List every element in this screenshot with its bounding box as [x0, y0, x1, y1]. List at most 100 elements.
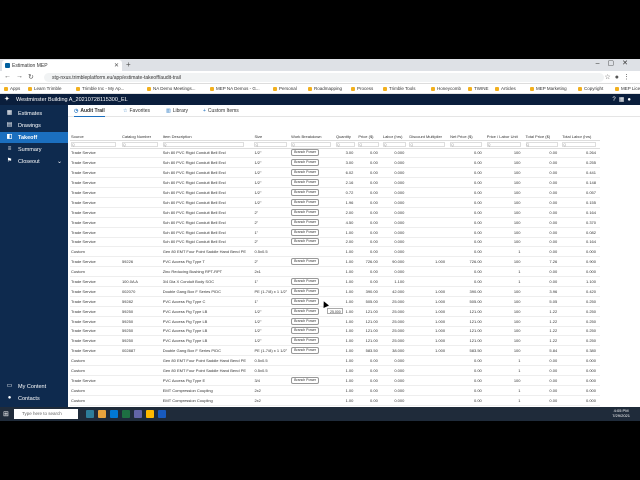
- work-breakdown-tag[interactable]: Branch Power: [291, 198, 320, 206]
- table-cell[interactable]: 0.00: [449, 187, 486, 198]
- table-cell[interactable]: 0.000: [561, 365, 600, 376]
- table-cell[interactable]: 1.00: [334, 246, 358, 258]
- table-cell[interactable]: 0.082: [561, 227, 600, 238]
- work-breakdown-tag[interactable]: Branch Power: [291, 258, 320, 266]
- work-breakdown-tag[interactable]: Branch Power: [291, 228, 320, 236]
- table-cell[interactable]: 25.000: [381, 326, 409, 337]
- table-cell[interactable]: 0.000: [381, 266, 409, 278]
- table-cell[interactable]: 0.250: [561, 316, 600, 327]
- table-cell[interactable]: 0.420: [561, 286, 600, 297]
- table-cell[interactable]: 100: [485, 286, 525, 297]
- table-cell[interactable]: 6.02: [334, 167, 358, 179]
- table-cell[interactable]: 0.00: [449, 395, 486, 406]
- table-cell[interactable]: 505.00: [449, 296, 486, 307]
- table-cell[interactable]: [408, 197, 450, 208]
- table-cell[interactable]: 100: [485, 345, 525, 357]
- table-cell[interactable]: Branch Power: [290, 316, 335, 327]
- table-cell[interactable]: 0.00: [357, 187, 382, 198]
- bookmark-item[interactable]: MEP Licensing on...: [615, 86, 640, 91]
- windows-start-icon[interactable]: ⊞: [3, 410, 9, 418]
- table-cell[interactable]: 0.155: [561, 197, 600, 208]
- taskbar-clock[interactable]: 4:05 PM 7/29/2021: [612, 408, 630, 418]
- table-row[interactable]: Trade Service Sch 80 PVC Rigid Conduit Be…: [70, 187, 600, 198]
- column-filter-input[interactable]: Q: [121, 141, 158, 147]
- table-cell[interactable]: 726.00: [449, 256, 486, 268]
- table-cell[interactable]: 1.000: [408, 316, 450, 327]
- table-cell[interactable]: 0.000: [381, 227, 409, 238]
- table-cell[interactable]: 0.441: [561, 167, 600, 179]
- table-cell[interactable]: Branch Power: [290, 345, 335, 357]
- bookmark-item[interactable]: Roadmapping: [308, 86, 342, 91]
- table-cell[interactable]: 0.00: [357, 276, 382, 287]
- table-cell[interactable]: 1.00: [334, 355, 358, 367]
- table-cell[interactable]: 0.00: [357, 197, 382, 208]
- table-row[interactable]: Custom Zinc Reducing Bushing RPT-RPT 2x1 1.…: [70, 266, 600, 278]
- table-cell[interactable]: Branch Power: [290, 326, 335, 337]
- table-cell[interactable]: 1.000: [408, 286, 450, 297]
- table-cell[interactable]: 100: [485, 326, 525, 337]
- table-row[interactable]: Trade Service Sch 80 PVC Rigid Conduit Be…: [70, 157, 600, 169]
- table-cell[interactable]: 1.96: [334, 197, 358, 208]
- table-cell[interactable]: 100: [485, 157, 525, 169]
- table-cell[interactable]: [290, 355, 335, 367]
- table-cell[interactable]: 0.000: [381, 187, 409, 198]
- table-cell[interactable]: 0.250: [561, 335, 600, 347]
- app-logo-icon[interactable]: ✦: [4, 95, 10, 103]
- work-breakdown-tag[interactable]: Branch Power: [291, 189, 320, 196]
- table-cell[interactable]: 0.000: [381, 237, 409, 248]
- work-breakdown-tag[interactable]: Branch Power: [291, 278, 320, 286]
- table-cell[interactable]: 0.00: [449, 385, 486, 396]
- work-breakdown-tag[interactable]: Branch Power: [291, 169, 320, 177]
- table-cell[interactable]: 1.00: [334, 375, 358, 386]
- table-cell[interactable]: 0.00: [357, 246, 382, 258]
- table-cell[interactable]: 0.164: [561, 237, 600, 248]
- bookmark-item[interactable]: Apps: [4, 86, 20, 91]
- table-cell[interactable]: 100: [485, 306, 525, 317]
- table-row[interactable]: Trade Service Sch 80 PVC Rigid Conduit Be…: [70, 177, 600, 189]
- table-row[interactable]: Trade Service 59250 PVC Access Ftg Type LB…: [70, 316, 600, 327]
- table-cell[interactable]: [408, 395, 450, 406]
- table-cell[interactable]: 25.000: [381, 316, 409, 327]
- work-breakdown-tag[interactable]: Branch Power: [291, 149, 320, 157]
- table-cell[interactable]: 3.00: [334, 157, 358, 169]
- column-filter-input[interactable]: Q: [525, 141, 558, 147]
- table-cell[interactable]: 0.00: [524, 276, 562, 287]
- table-cell[interactable]: 0.000: [381, 167, 409, 179]
- close-tab-icon[interactable]: ✕: [114, 62, 119, 69]
- table-cell[interactable]: Branch Power: [290, 167, 335, 179]
- table-cell[interactable]: 1.00: [334, 256, 358, 268]
- table-row[interactable]: Custom Gen 80 EMT Four Point Saddle Hand …: [70, 365, 600, 376]
- table-cell[interactable]: 1.22: [524, 316, 562, 327]
- bookmark-item[interactable]: TWINE: [468, 86, 489, 91]
- table-cell[interactable]: 0.00: [524, 207, 562, 218]
- bookmark-item[interactable]: MEP Marketing: [530, 86, 567, 91]
- table-cell[interactable]: 0.00: [449, 167, 486, 179]
- new-tab-icon[interactable]: +: [126, 60, 131, 69]
- url-input[interactable]: stg-nxus.trimbleplatform.eu/app/estimate…: [44, 73, 604, 82]
- table-cell[interactable]: 0.000: [381, 375, 409, 386]
- table-cell[interactable]: 0.00: [449, 177, 486, 189]
- tab-favorites[interactable]: ☆ Favorites: [123, 108, 150, 114]
- table-cell[interactable]: 0.00: [357, 148, 382, 159]
- table-cell[interactable]: 100: [485, 197, 525, 208]
- bookmark-item[interactable]: Articles: [495, 86, 516, 91]
- table-cell[interactable]: 0.00: [524, 157, 562, 169]
- table-cell[interactable]: 1.100: [381, 276, 409, 287]
- table-cell[interactable]: 121.00: [357, 306, 382, 317]
- table-cell[interactable]: 0.00: [449, 217, 486, 228]
- work-breakdown-tag[interactable]: Branch Power: [291, 297, 320, 305]
- tab-custom-items[interactable]: + Custom Items: [203, 108, 239, 114]
- table-cell[interactable]: 583.50: [449, 345, 486, 357]
- table-cell[interactable]: 38.000: [381, 345, 409, 357]
- table-cell[interactable]: [408, 246, 450, 258]
- table-cell[interactable]: 0.00: [449, 227, 486, 238]
- table-cell[interactable]: 0.00: [524, 365, 562, 376]
- table-cell[interactable]: 1: [485, 276, 525, 287]
- work-breakdown-tag[interactable]: Branch Power: [291, 376, 320, 384]
- table-cell[interactable]: [408, 148, 450, 159]
- work-breakdown-tag[interactable]: Branch Power: [291, 317, 320, 325]
- table-cell[interactable]: 121.00: [449, 316, 486, 327]
- teams-icon[interactable]: [134, 410, 142, 418]
- column-filter-input[interactable]: Q: [409, 141, 446, 147]
- table-cell[interactable]: 2.00: [334, 207, 358, 218]
